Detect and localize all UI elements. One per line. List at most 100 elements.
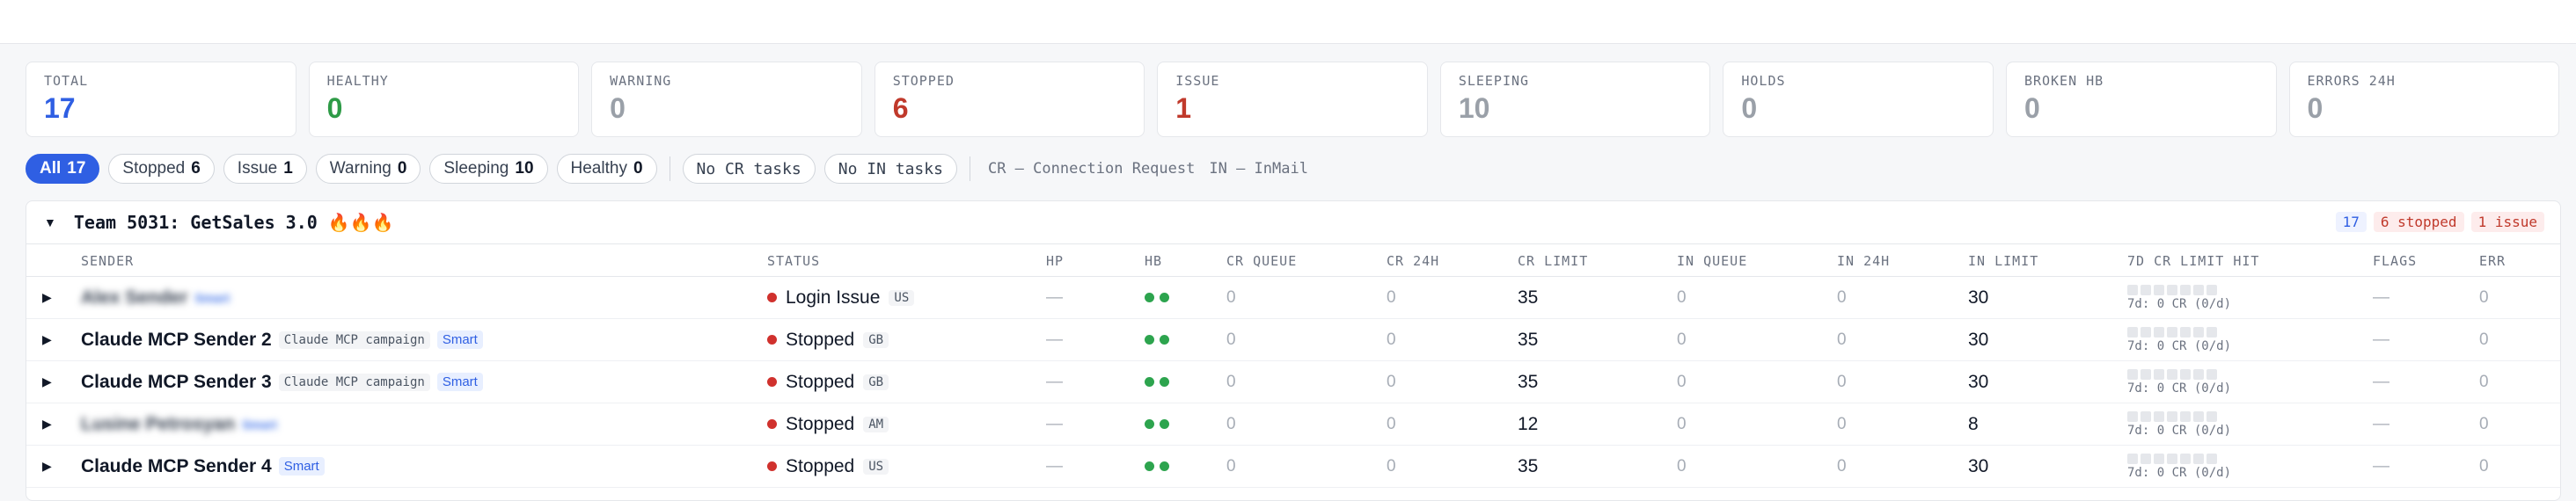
col-flags[interactable]: FLAGS xyxy=(2373,253,2417,269)
table-row[interactable]: ▶ Lusine Petrosyan Smart Stopped AM — 0 0 12 0 0 8 7… xyxy=(26,403,2560,446)
country-badge: GB xyxy=(863,331,889,348)
sender-cell[interactable]: Claude MCP Sender 2 Claude MCP campaign Sm… xyxy=(81,319,483,360)
col-cr-limit[interactable]: CR LIMIT xyxy=(1518,253,1588,269)
cr-24h-value: 0 xyxy=(1387,414,1396,433)
day-square xyxy=(2154,410,2164,422)
hp-value: — xyxy=(1046,372,1063,391)
in-queue-value: 0 xyxy=(1677,330,1687,349)
limit-hit-text: 7d: 0 CR (0/d) xyxy=(2127,465,2232,480)
col-7d-hit[interactable]: 7D CR LIMIT HIT xyxy=(2127,253,2259,269)
filter-all-chip[interactable]: All 17 xyxy=(26,154,100,184)
stat-card-warning[interactable]: WARNING 0 xyxy=(591,62,862,137)
sender-cell[interactable]: Claude MCP Sender 3 Claude MCP campaign Sm… xyxy=(81,361,483,403)
stat-card-issue[interactable]: ISSUE 1 xyxy=(1157,62,1428,137)
stat-card-errors-24h[interactable]: ERRORS 24H 0 xyxy=(2288,62,2560,137)
col-err[interactable]: ERR xyxy=(2479,253,2506,269)
caret-right-icon[interactable]: ▶ xyxy=(42,277,60,318)
sender-name: Alex Sender xyxy=(81,287,188,308)
flags-value: — xyxy=(2373,372,2389,391)
stat-card-broken-hb[interactable]: BROKEN HB 0 xyxy=(2005,62,2277,137)
stat-card-total[interactable]: TOTAL 17 xyxy=(26,62,296,137)
col-status[interactable]: STATUS xyxy=(767,253,820,269)
sender-cell[interactable]: Claude MCP Sender 4 Smart xyxy=(81,446,325,487)
cr-24h-value: 0 xyxy=(1387,330,1396,349)
caret-down-icon[interactable]: ▼ xyxy=(44,215,56,229)
caret-right-icon[interactable]: ▶ xyxy=(42,446,60,487)
table-header: SENDER STATUS HP HB CR QUEUE CR 24H CR L… xyxy=(26,244,2560,277)
filter-label: All xyxy=(40,159,62,178)
table-row[interactable]: ▶ Claude MCP Sender 4 Smart Stopped US — 0 0 35 0… xyxy=(26,446,2560,488)
stat-label: HEALTHY xyxy=(326,73,389,89)
hp-value: — xyxy=(1046,414,1063,433)
filter-stopped-chip[interactable]: Stopped 6 xyxy=(108,154,215,184)
stats-row: TOTAL 17 HEALTHY 0 WARNING 0 STOPPED 6 ISSUE 1 SLE… xyxy=(26,62,2560,137)
day-square xyxy=(2154,368,2164,380)
cr-limit-value: 35 xyxy=(1518,371,1539,392)
col-hb[interactable]: HB xyxy=(1145,253,1162,269)
hb-dot-icon xyxy=(1160,377,1169,387)
in-limit-value: 30 xyxy=(1968,287,1989,308)
filter-issue-chip[interactable]: Issue 1 xyxy=(223,154,307,184)
col-hp[interactable]: HP xyxy=(1046,253,1064,269)
col-sender[interactable]: SENDER xyxy=(81,253,134,269)
filter-count: 0 xyxy=(397,159,407,178)
stat-card-sleeping[interactable]: SLEEPING 10 xyxy=(1439,62,1711,137)
hb-dot-icon xyxy=(1160,335,1169,345)
limit-hit-text: 7d: 0 CR (0/d) xyxy=(2127,338,2232,353)
in-24h-value: 0 xyxy=(1837,372,1847,391)
team-header[interactable]: ▼ Team 5031: GetSales 3.0 🔥🔥🔥 17 6 stopp… xyxy=(26,201,2560,244)
stat-card-healthy[interactable]: HEALTHY 0 xyxy=(308,62,580,137)
stat-card-stopped[interactable]: STOPPED 6 xyxy=(874,62,1145,137)
filter-count: 1 xyxy=(283,159,293,178)
err-value: 0 xyxy=(2479,456,2489,476)
sender-tag: Smart xyxy=(242,417,277,432)
cr-queue-value: 0 xyxy=(1226,287,1236,307)
hb-indicators xyxy=(1145,277,1169,318)
col-cr-queue[interactable]: CR QUEUE xyxy=(1226,253,1297,269)
status-dot-icon xyxy=(767,419,777,429)
hp-value: — xyxy=(1046,287,1063,307)
day-square xyxy=(2180,368,2191,380)
stat-value: 6 xyxy=(892,92,909,124)
campaign-tag: Claude MCP campaign xyxy=(278,330,430,349)
col-in-limit[interactable]: IN LIMIT xyxy=(1968,253,2038,269)
table-row[interactable]: ▶ Claude MCP Sender 3 Claude MCP campaign S… xyxy=(26,361,2560,403)
limit-hit-cell: 7d: 0 CR (0/d) xyxy=(2127,361,2231,403)
in-24h-value: 0 xyxy=(1837,456,1847,476)
col-in-queue[interactable]: IN QUEUE xyxy=(1677,253,1747,269)
flags-value: — xyxy=(2373,287,2389,307)
no-in-tasks-chip[interactable]: No IN tasks xyxy=(823,154,957,184)
limit-hit-text: 7d: 0 CR (0/d) xyxy=(2127,423,2232,438)
stat-label: BROKEN HB xyxy=(2023,73,2104,89)
filter-label: Stopped xyxy=(122,159,186,178)
hb-dot-icon xyxy=(1145,335,1154,345)
sender-cell[interactable]: Alex Sender Smart xyxy=(81,277,230,318)
no-cr-tasks-chip[interactable]: No CR tasks xyxy=(682,154,816,184)
filter-healthy-chip[interactable]: Healthy 0 xyxy=(556,154,657,184)
limit-hit-text: 7d: 0 CR (0/d) xyxy=(2127,296,2232,311)
col-cr-24h[interactable]: CR 24H xyxy=(1387,253,1439,269)
day-square xyxy=(2167,453,2177,464)
col-in-24h[interactable]: IN 24H xyxy=(1837,253,1890,269)
team-issue-badge: 1 issue xyxy=(2470,212,2544,232)
caret-right-icon[interactable]: ▶ xyxy=(42,361,60,403)
hb-dot-icon xyxy=(1145,293,1154,302)
err-value: 0 xyxy=(2479,287,2489,307)
day-square xyxy=(2167,368,2177,380)
caret-right-icon[interactable]: ▶ xyxy=(42,319,60,360)
table-row[interactable]: ▶ Alex Sender Smart Login Issue US — 0 0 35 0 0 30 7… xyxy=(26,277,2560,319)
caret-right-icon[interactable]: ▶ xyxy=(42,403,60,445)
filter-bar: All 17 Stopped 6 Issue 1 Warning 0 Sleep… xyxy=(26,153,1308,185)
stat-card-holds[interactable]: HOLDS 0 xyxy=(1723,62,1994,137)
status-cell: Stopped AM xyxy=(767,403,889,445)
filter-sleeping-chip[interactable]: Sleeping 10 xyxy=(429,154,548,184)
cr-limit-value: 35 xyxy=(1518,329,1539,350)
limit-hit-squares xyxy=(2127,368,2217,380)
filter-label: Sleeping xyxy=(443,159,509,178)
filter-warning-chip[interactable]: Warning 0 xyxy=(315,154,421,184)
sender-cell[interactable]: Lusine Petrosyan Smart xyxy=(81,403,277,445)
team-panel: ▼ Team 5031: GetSales 3.0 🔥🔥🔥 17 6 stopp… xyxy=(26,200,2561,501)
table-row[interactable]: ▶ Claude MCP Sender 2 Claude MCP campaign S… xyxy=(26,319,2560,361)
hb-dot-icon xyxy=(1160,293,1169,302)
day-square xyxy=(2206,326,2217,338)
